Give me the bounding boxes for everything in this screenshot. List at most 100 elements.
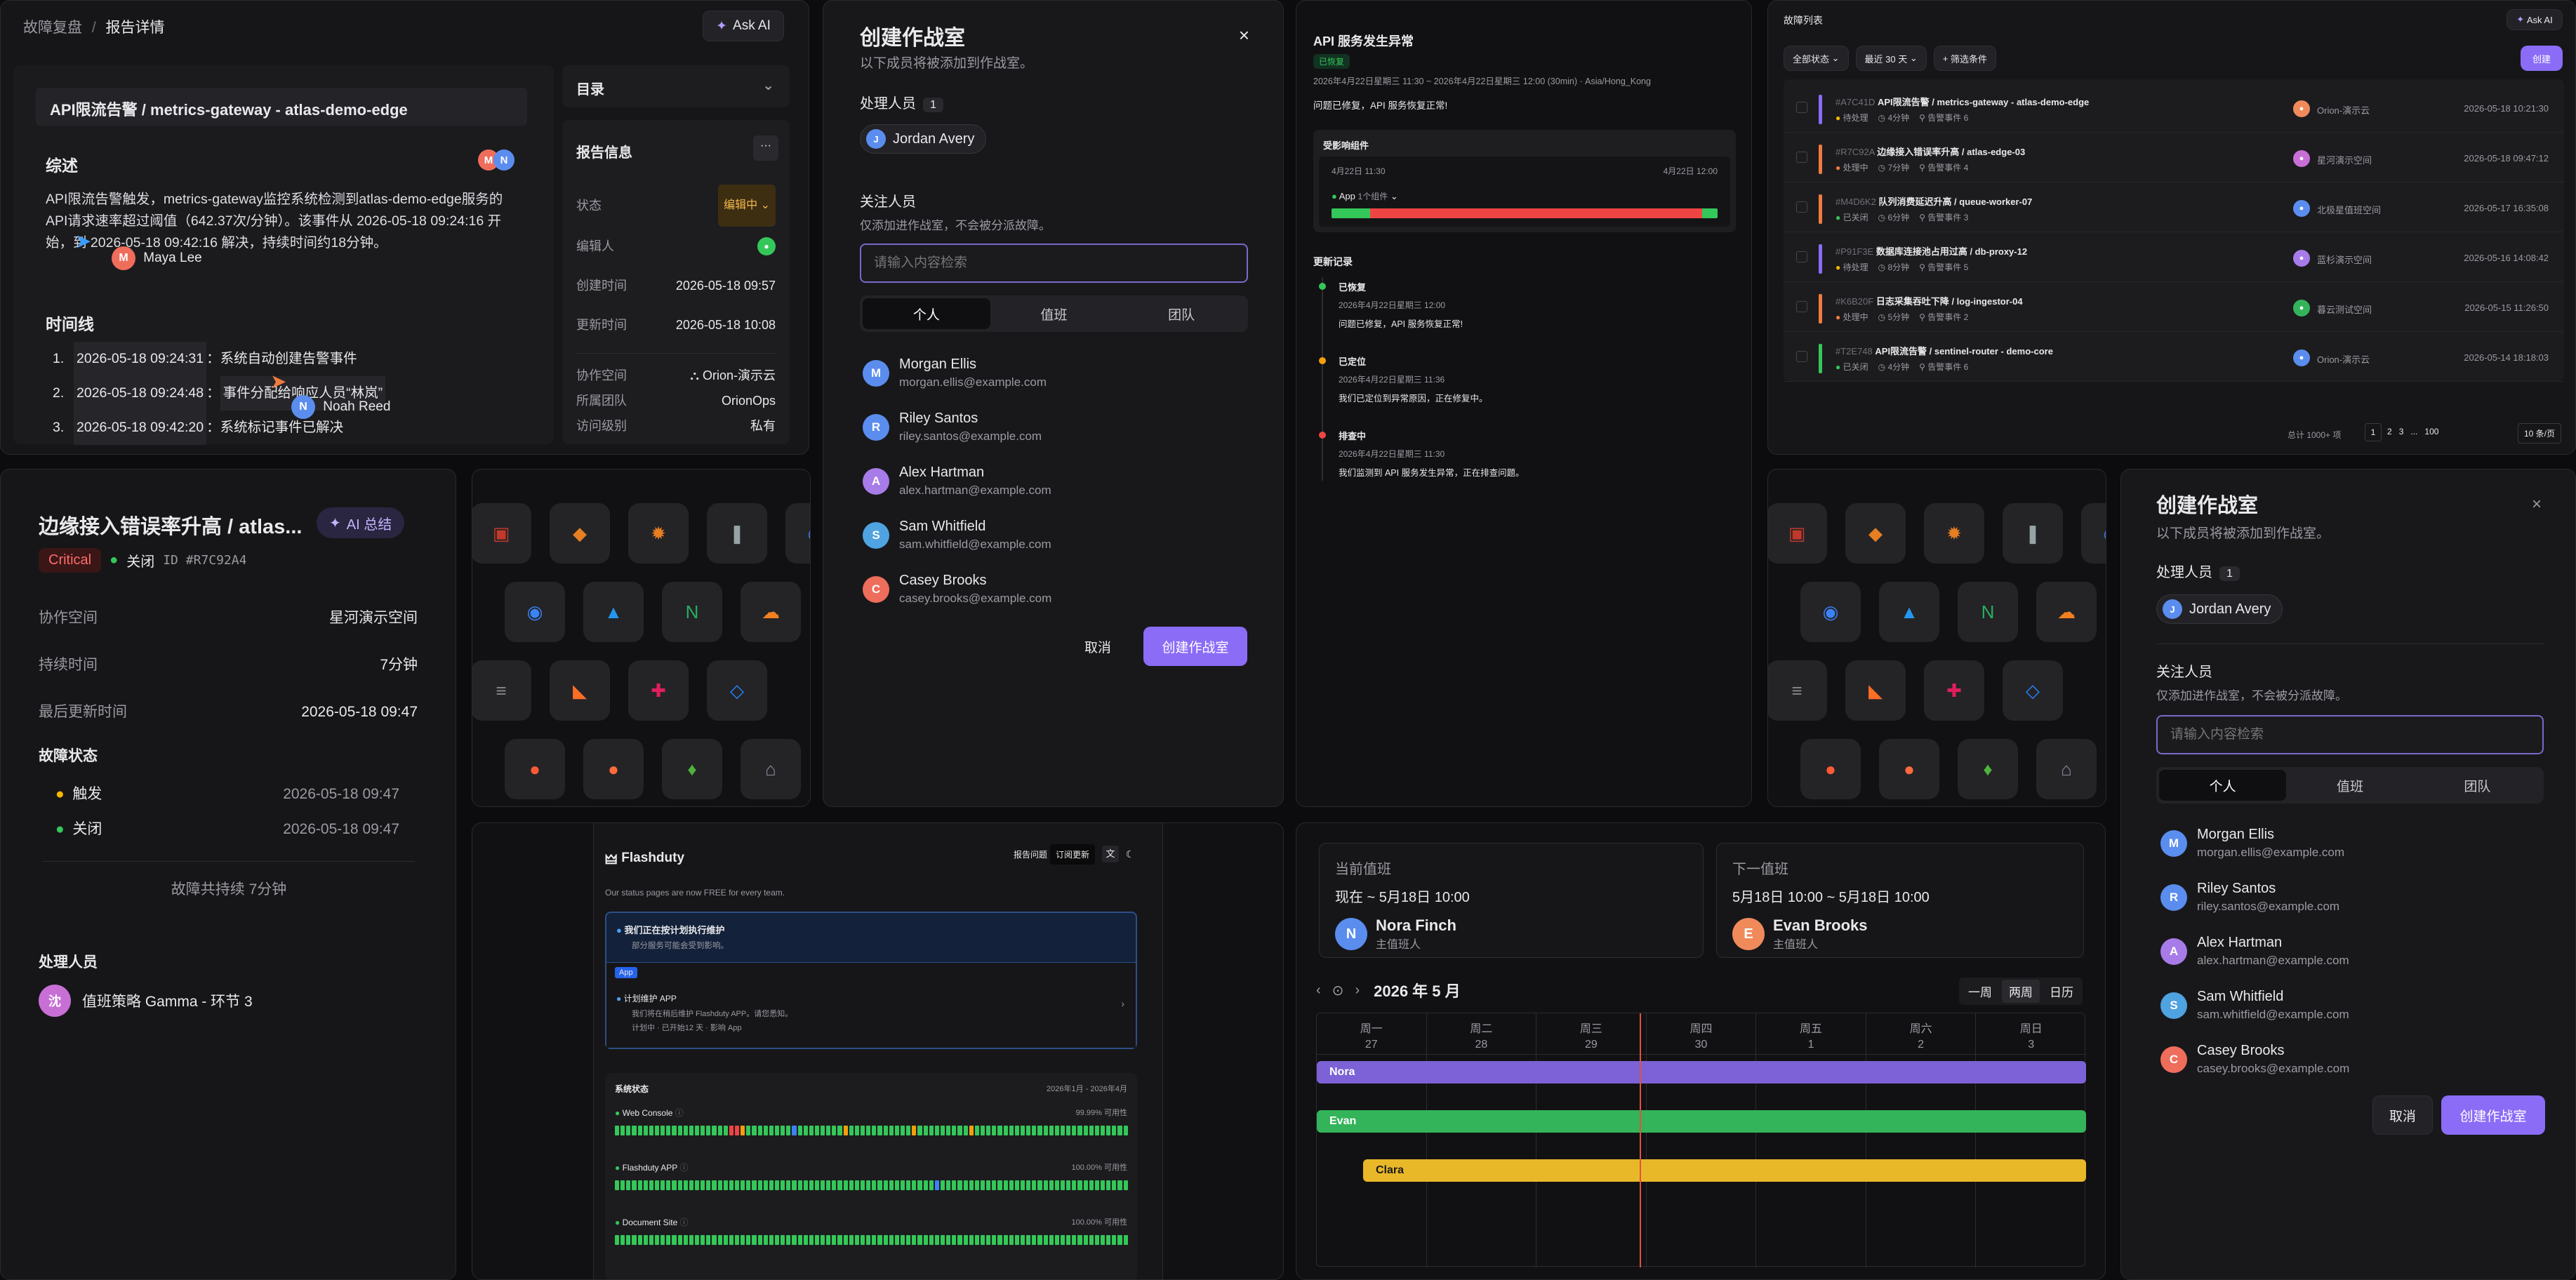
row-checkbox[interactable] <box>1796 102 1807 113</box>
row-checkbox[interactable] <box>1796 152 1807 163</box>
integration-logo-icon[interactable]: ≡ <box>1768 660 1827 721</box>
incident-title[interactable]: API限流告警 / metrics-gateway - atlas-demo-e… <box>1878 97 2089 107</box>
report-title[interactable]: API限流告警 / metrics-gateway - atlas-demo-e… <box>36 88 527 126</box>
integration-logo-icon[interactable]: ✚ <box>628 660 689 721</box>
table-row[interactable]: #T2E748 API限流告警 / sentinel-router - demo… <box>1784 335 2564 382</box>
integration-logo-icon[interactable]: ◉ <box>505 582 565 642</box>
person-option[interactable]: R Riley Santos riley.santos@example.com <box>863 400 1242 454</box>
search-input[interactable] <box>860 244 1248 283</box>
create-button[interactable]: 创建作战室 <box>2441 1095 2545 1135</box>
person-option[interactable]: A Alex Hartman alex.hartman@example.com <box>863 454 1242 508</box>
add-filter-button[interactable]: + 筛选条件 <box>1933 46 1996 71</box>
integration-logo-icon[interactable]: ◣ <box>1845 660 1906 721</box>
view-two-weeks[interactable]: 两周 <box>2002 980 2040 1003</box>
table-row[interactable]: #K6B20F 日志采集吞吐下降 / log-ingestor-04 ● 处理中 ◷… <box>1784 286 2564 332</box>
integration-logo-icon[interactable]: ❚ <box>2003 503 2063 564</box>
person-option[interactable]: C Casey Brooks casey.brooks@example.com <box>2160 1032 2540 1086</box>
tab-team[interactable]: 团队 <box>1117 298 1245 329</box>
shift-bar[interactable]: Evan <box>1317 1110 2086 1133</box>
incident-title[interactable]: 队列消费延迟升高 / queue-worker-07 <box>1878 196 2032 207</box>
cancel-button[interactable]: 取消 <box>2372 1095 2433 1135</box>
view-calendar[interactable]: 日历 <box>2043 980 2080 1003</box>
integration-logo-icon[interactable]: ▣ <box>472 503 531 564</box>
page-button[interactable]: 1 <box>2365 423 2382 441</box>
chevron-right-icon[interactable]: › <box>1355 982 1360 999</box>
chevron-left-icon[interactable]: ‹ <box>1316 982 1321 999</box>
integration-logo-icon[interactable]: N <box>662 582 722 642</box>
toc-dropdown[interactable]: 目录 ⌄ <box>562 65 790 107</box>
create-button[interactable]: 创建作战室 <box>1143 627 1247 666</box>
space-value[interactable]: ⛬ Orion-演示云 <box>690 363 776 388</box>
tab-team[interactable]: 团队 <box>2414 770 2541 801</box>
next-person[interactable]: E Evan Brooks 主值班人 <box>1732 916 1868 952</box>
summary-text[interactable]: API限流告警触发，metrics-gateway监控系统检测到atlas-de… <box>46 189 509 254</box>
incident-title[interactable]: API限流告警 / sentinel-router - demo-core <box>1875 346 2053 356</box>
incident-title[interactable]: 日志采集吞吐下降 / log-ingestor-04 <box>1876 296 2023 307</box>
integration-logo-icon[interactable]: ● <box>505 739 565 799</box>
integration-logo-icon[interactable]: ♦ <box>662 739 722 799</box>
integration-logo-icon[interactable]: ◆ <box>550 503 610 564</box>
view-week[interactable]: 一周 <box>1961 980 1999 1003</box>
person-option[interactable]: C Casey Brooks casey.brooks@example.com <box>863 562 1242 616</box>
moon-icon[interactable]: ☾ <box>1122 846 1138 862</box>
integration-logo-icon[interactable]: ☁ <box>741 582 801 642</box>
integration-logo-icon[interactable]: ▲ <box>1879 582 1939 642</box>
brand-logo[interactable]: 🜲 Flashduty <box>605 844 684 872</box>
integration-logo-icon[interactable]: ▣ <box>1768 503 1827 564</box>
person-option[interactable]: M Morgan Ellis morgan.ellis@example.com <box>2160 816 2540 870</box>
status-filter[interactable]: 全部状态 ⌄ <box>1784 46 1849 71</box>
status-badge[interactable]: 编辑中 ⌄ <box>718 185 776 227</box>
table-row[interactable]: #A7C41D API限流告警 / metrics-gateway - atla… <box>1784 86 2564 133</box>
person-option[interactable]: S Sam Whitfield sam.whitfield@example.com <box>863 508 1242 562</box>
page-size-select[interactable]: 10 条/页 <box>2517 423 2561 444</box>
shift-bar[interactable]: Nora <box>1317 1061 2086 1084</box>
tab-person[interactable]: 个人 <box>863 298 990 329</box>
integration-logo-icon[interactable]: ● <box>583 739 644 799</box>
person-option[interactable]: R Riley Santos riley.santos@example.com <box>2160 870 2540 924</box>
calendar-day[interactable]: 周日 3 <box>1976 1013 2086 1267</box>
page-button[interactable]: 100 <box>2423 423 2440 441</box>
integration-logo-icon[interactable]: ● <box>1800 739 1861 799</box>
integration-logo-icon[interactable]: ◣ <box>550 660 610 721</box>
table-row[interactable]: #M4D6K2 队列消费延迟升高 / queue-worker-07 ● 已关闭 ◷… <box>1784 186 2564 232</box>
row-checkbox[interactable] <box>1796 201 1807 213</box>
search-input[interactable] <box>2156 715 2544 754</box>
person-option[interactable]: A Alex Hartman alex.hartman@example.com <box>2160 924 2540 978</box>
current-person[interactable]: N Nora Finch 主值班人 <box>1335 916 1456 952</box>
person-option[interactable]: S Sam Whitfield sam.whitfield@example.com <box>2160 978 2540 1032</box>
table-row[interactable]: #R7C92A 边缘接入错误率升高 / atlas-edge-03 ● 处理中 ◷ … <box>1784 136 2564 182</box>
language-icon[interactable]: 文 <box>1102 846 1119 862</box>
breadcrumb-parent[interactable]: 故障复盘 <box>23 20 82 36</box>
handler-chip[interactable]: J Jordan Avery <box>2156 594 2283 624</box>
ask-ai-button[interactable]: ✦ Ask AI <box>2507 9 2563 30</box>
date-filter[interactable]: 最近 30 天 ⌄ <box>1855 46 1927 71</box>
cancel-button[interactable]: 取消 <box>1068 627 1128 666</box>
ai-summary-button[interactable]: ✦ AI 总结 <box>317 507 405 538</box>
create-button[interactable]: 创建 <box>2521 46 2563 71</box>
table-row[interactable]: #P91F3E 数据库连接池占用过高 / db-proxy-12 ● 待处理 ◷ 8… <box>1784 236 2564 282</box>
today-icon[interactable]: ⊙ <box>1332 982 1344 999</box>
integration-logo-icon[interactable]: N <box>1958 582 2018 642</box>
close-icon[interactable]: × <box>1239 25 1249 46</box>
tab-oncall[interactable]: 值班 <box>2286 770 2413 801</box>
shift-bar[interactable]: Clara <box>1363 1159 2086 1182</box>
integration-logo-icon[interactable]: ◉ <box>785 503 810 564</box>
calendar-day[interactable]: 周六 2 <box>1866 1013 1977 1267</box>
subscribe-button[interactable]: 订阅更新 <box>1049 844 1095 865</box>
maintenance-detail[interactable]: App ● 计划维护 APP 我们将在稍后维护 Flashduty APP。请您… <box>606 962 1136 1048</box>
integration-logo-icon[interactable]: ● <box>1879 739 1939 799</box>
more-icon[interactable]: ··· <box>753 135 778 161</box>
tab-person[interactable]: 个人 <box>2159 770 2287 801</box>
page-button[interactable]: 3 <box>2398 423 2405 441</box>
close-icon[interactable]: × <box>2532 495 2542 514</box>
integration-logo-icon[interactable]: ☁ <box>2036 582 2097 642</box>
ask-ai-button[interactable]: ✦ Ask AI <box>703 11 784 41</box>
integration-logo-icon[interactable]: ♦ <box>1958 739 2018 799</box>
integration-logo-icon[interactable]: ◆ <box>1845 503 1906 564</box>
integration-logo-icon[interactable]: ◉ <box>1800 582 1861 642</box>
report-issue-link[interactable]: 报告问题 <box>1014 848 1047 860</box>
row-checkbox[interactable] <box>1796 301 1807 312</box>
calendar-day[interactable]: 周一 27 <box>1317 1013 1427 1267</box>
calendar-day[interactable]: 周二 28 <box>1427 1013 1537 1267</box>
row-checkbox[interactable] <box>1796 351 1807 362</box>
